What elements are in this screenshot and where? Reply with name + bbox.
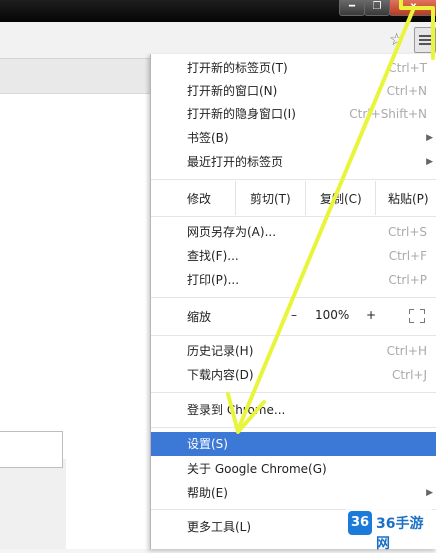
- cut-button[interactable]: 剪切(T): [235, 181, 306, 215]
- menu-item-bookmarks[interactable]: 书签(B) ▶: [151, 126, 436, 150]
- maximize-button[interactable]: ❐: [364, 0, 390, 16]
- menu-item-label: 打开新的窗口(N): [187, 84, 278, 98]
- menu-item-shortcut: Ctrl+T: [388, 61, 427, 75]
- menu-item-incognito[interactable]: 打开新的隐身窗口(I) Ctrl+Shift+N: [151, 102, 436, 126]
- fullscreen-icon[interactable]: [409, 309, 425, 323]
- menu-item-new-window[interactable]: 打开新的窗口(N) Ctrl+N: [151, 79, 436, 103]
- menu-divider: [151, 216, 436, 217]
- edit-label: 修改: [187, 192, 212, 206]
- menu-item-about[interactable]: 关于 Google Chrome(G): [151, 457, 436, 481]
- menu-divider: [151, 427, 436, 428]
- menu-edit-row: 修改 剪切(T) 复制(C) 粘贴(P): [151, 181, 436, 215]
- menu-item-label: 设置(S): [187, 437, 228, 451]
- menu-item-shortcut: Ctrl+F: [388, 249, 427, 263]
- menu-divider: [151, 335, 436, 336]
- menu-item-label: 网页另存为(A)...: [187, 225, 277, 239]
- menu-item-print[interactable]: 打印(P)... Ctrl+P: [151, 268, 436, 292]
- copy-label: 复制(C): [320, 192, 362, 206]
- cut-label: 剪切(T): [250, 192, 291, 206]
- menu-item-shortcut: Ctrl+N: [386, 84, 427, 98]
- bookmark-star-icon[interactable]: ☆: [389, 30, 404, 50]
- menu-item-shortcut: Ctrl+Shift+N: [349, 107, 427, 121]
- menu-item-label: 打开新的隐身窗口(I): [187, 107, 296, 121]
- menu-item-label: 更多工具(L): [187, 520, 252, 534]
- chrome-menu: 打开新的标签页(T) Ctrl+T 打开新的窗口(N) Ctrl+N 打开新的隐…: [150, 54, 436, 549]
- watermark-logo: 36: [348, 511, 372, 535]
- copy-button[interactable]: 复制(C): [305, 181, 376, 215]
- watermark: 36 36手游网: [346, 509, 432, 552]
- minimize-button[interactable]: ━: [339, 0, 365, 16]
- submenu-arrow-icon: ▶: [426, 488, 433, 498]
- page-header-band: [0, 59, 150, 94]
- menu-divider: [151, 297, 436, 298]
- menu-item-label: 查找(F)...: [187, 249, 239, 263]
- menu-item-history[interactable]: 历史记录(H) Ctrl+H: [151, 339, 436, 363]
- menu-item-label: 帮助(E): [187, 486, 228, 500]
- menu-zoom-row: 缩放 – 100% +: [151, 299, 436, 333]
- menu-item-label: 关于 Google Chrome(G): [187, 462, 327, 476]
- menu-item-label: 书签(B): [187, 131, 229, 145]
- zoom-in-button[interactable]: +: [366, 308, 376, 322]
- paste-button[interactable]: 粘贴(P): [375, 181, 436, 215]
- zoom-out-button[interactable]: –: [291, 308, 297, 322]
- zoom-level: 100%: [315, 308, 350, 322]
- menu-item-label: 登录到 Chrome...: [187, 403, 286, 417]
- submenu-arrow-icon: ▶: [426, 157, 433, 167]
- menu-item-settings[interactable]: 设置(S): [151, 432, 436, 456]
- menu-item-save-page[interactable]: 网页另存为(A)... Ctrl+S: [151, 220, 436, 244]
- menu-bar-icon: [419, 43, 431, 45]
- menu-item-help[interactable]: 帮助(E) ▶: [151, 481, 436, 505]
- menu-item-downloads[interactable]: 下载内容(D) Ctrl+J: [151, 363, 436, 387]
- menu-item-new-tab[interactable]: 打开新的标签页(T) Ctrl+T: [151, 56, 436, 80]
- paste-label: 粘贴(P): [388, 192, 429, 206]
- menu-item-shortcut: Ctrl+H: [386, 344, 427, 358]
- menu-item-label: 下载内容(D): [187, 368, 254, 382]
- menu-item-label: 打印(P)...: [187, 273, 240, 287]
- page-content: [0, 59, 150, 549]
- menu-item-signin[interactable]: 登录到 Chrome...: [151, 398, 436, 422]
- zoom-label: 缩放: [187, 310, 212, 324]
- menu-item-find[interactable]: 查找(F)... Ctrl+F: [151, 244, 436, 268]
- menu-bar-icon: [419, 39, 431, 41]
- menu-item-recent-tabs[interactable]: 最近打开的标签页 ▶: [151, 150, 436, 174]
- submenu-arrow-icon: ▶: [426, 133, 433, 143]
- close-button[interactable]: x: [389, 0, 436, 16]
- menu-item-shortcut: Ctrl+J: [392, 368, 427, 382]
- menu-divider: [151, 179, 436, 180]
- window-titlebar: ━ ❐ x: [0, 0, 436, 22]
- menu-bar-icon: [419, 35, 431, 37]
- menu-item-shortcut: Ctrl+P: [388, 273, 427, 287]
- page-input-field[interactable]: [0, 431, 63, 468]
- menu-item-label: 历史记录(H): [187, 344, 254, 358]
- menu-item-label: 最近打开的标签页: [187, 155, 284, 169]
- page-lower-panel: [0, 459, 66, 549]
- menu-item-label: 打开新的标签页(T): [187, 61, 288, 75]
- chrome-menu-button[interactable]: [414, 27, 436, 53]
- menu-item-shortcut: Ctrl+S: [387, 225, 427, 239]
- menu-divider: [151, 392, 436, 393]
- watermark-text: 36手游网: [376, 516, 424, 552]
